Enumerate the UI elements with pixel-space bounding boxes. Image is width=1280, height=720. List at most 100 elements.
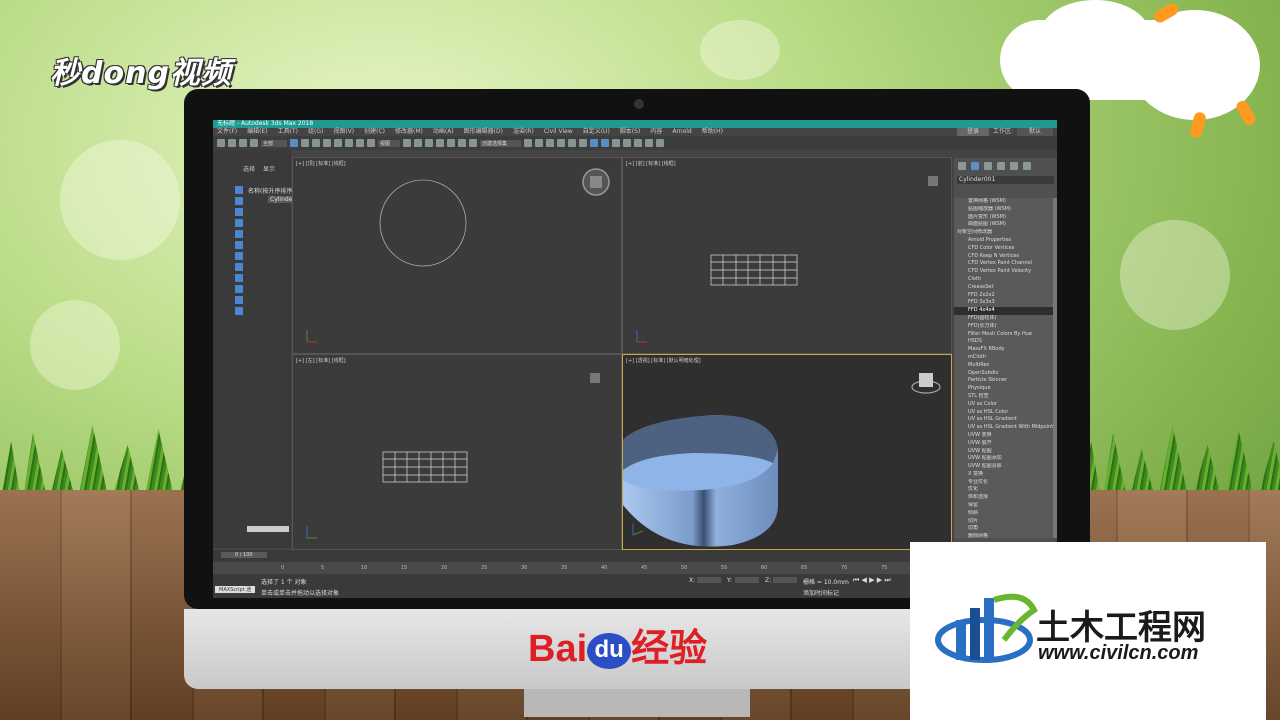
modifier-item[interactable]: 保留	[954, 502, 1053, 510]
filter-helpers-icon[interactable]	[235, 230, 243, 238]
time-slider-handle[interactable]: 0 / 100	[221, 552, 267, 558]
modifier-item[interactable]: UV as HSL Color	[954, 409, 1053, 417]
next-frame-icon[interactable]: ▶	[877, 576, 882, 584]
modifier-item[interactable]: FFD(长方体)	[954, 323, 1053, 331]
viewcube-face[interactable]	[590, 176, 602, 188]
mirror-icon[interactable]	[524, 139, 533, 147]
select-by-name-icon[interactable]	[301, 139, 310, 147]
filter-spacewarps-icon[interactable]	[235, 241, 243, 249]
motion-tab-icon[interactable]	[997, 162, 1005, 170]
modifier-item[interactable]: 删除网格	[954, 533, 1053, 538]
placement-icon[interactable]	[367, 139, 376, 147]
rotate-icon[interactable]	[345, 139, 354, 147]
filter-geometry-icon[interactable]	[235, 186, 243, 194]
undo-icon[interactable]	[217, 139, 225, 147]
menu-modifiers[interactable]: 修改器(M)	[395, 128, 423, 136]
snap-icon[interactable]	[425, 139, 434, 147]
viewcube-icon[interactable]	[928, 176, 938, 186]
name-column-header[interactable]: 名称(按升序排序)	[248, 186, 295, 195]
modifier-category[interactable]: 对象空间修改器	[954, 229, 1053, 237]
menu-help[interactable]: 帮助(H)	[702, 128, 723, 136]
modifier-item[interactable]: CFD Keep N Vertices	[954, 253, 1053, 261]
modifier-item[interactable]: 体积选择	[954, 494, 1053, 502]
curve-editor-icon[interactable]	[568, 139, 577, 147]
menu-civil-view[interactable]: Civil View	[544, 128, 573, 136]
viewport-front[interactable]: [+] [前] [标准] [线框]	[622, 157, 952, 354]
modifier-item[interactable]: mCloth	[954, 354, 1053, 362]
menu-group[interactable]: 组(G)	[308, 128, 323, 136]
previous-frame-icon[interactable]: ◀	[862, 576, 867, 584]
play-icon[interactable]: ▶	[869, 576, 874, 584]
modifier-item[interactable]: CFD Vertex Paint Channel	[954, 260, 1053, 268]
move-icon[interactable]	[334, 139, 343, 147]
modifier-item[interactable]: CreaseSet	[954, 284, 1053, 292]
menu-create[interactable]: 创建(C)	[364, 128, 385, 136]
window-crossing-icon[interactable]	[323, 139, 332, 147]
tab-display[interactable]: 显示	[263, 164, 275, 173]
modifier-item[interactable]: 曲面贴图 (WSM)	[954, 221, 1053, 229]
hierarchy-tab-icon[interactable]	[984, 162, 992, 170]
maxscript-listener[interactable]: MAXScript 迷	[215, 586, 256, 593]
modifier-item[interactable]: 贴图缩放器 (WSM)	[954, 206, 1053, 214]
login-field[interactable]: 登录	[956, 128, 989, 136]
menu-arnold[interactable]: Arnold	[672, 128, 691, 136]
modifier-item[interactable]: FFD(圆柱体)	[954, 315, 1053, 323]
modify-tab-icon[interactable]	[971, 162, 979, 170]
menu-tools[interactable]: 工具(T)	[278, 128, 298, 136]
go-to-end-icon[interactable]: ⏭	[884, 576, 890, 584]
manipulate-icon[interactable]	[414, 139, 423, 147]
rendered-frame-icon[interactable]	[612, 139, 621, 147]
modifier-item[interactable]: Particle Skinner	[954, 377, 1053, 385]
pivot-icon[interactable]	[403, 139, 412, 147]
selection-filter-dropdown[interactable]: 全部	[261, 139, 288, 147]
viewport-top[interactable]: [+] [顶] [标准] [线框]	[292, 157, 622, 354]
modifier-item[interactable]: 置换网格 (WSM)	[954, 198, 1053, 206]
angle-snap-icon[interactable]	[436, 139, 445, 147]
go-to-start-icon[interactable]: ⏮	[853, 576, 859, 584]
unlink-icon[interactable]	[250, 139, 258, 147]
create-tab-icon[interactable]	[958, 162, 966, 170]
menu-customize[interactable]: 自定义(U)	[583, 128, 610, 136]
modifier-item[interactable]: UV as HSL Gradient With Midpoint	[954, 424, 1053, 432]
modifier-item[interactable]: FFD 4x4x4	[954, 307, 1053, 315]
object-name-field[interactable]: Cylinder001	[957, 176, 1054, 184]
view-dropdown[interactable]: 视图	[378, 139, 401, 147]
filter-xrefs-icon[interactable]	[235, 263, 243, 271]
menu-views[interactable]: 视图(V)	[333, 128, 354, 136]
modifier-item[interactable]: UVW 展开	[954, 440, 1053, 448]
modifier-item[interactable]: UVW 贴图	[954, 448, 1053, 456]
tab-select[interactable]: 选择	[243, 164, 255, 173]
menu-content[interactable]: 内容	[650, 128, 662, 136]
a360-icon[interactable]	[645, 139, 654, 147]
modifier-item[interactable]: UVW 变换	[954, 432, 1053, 440]
modifier-item[interactable]: MassFX RBody	[954, 346, 1053, 354]
filter-lights-icon[interactable]	[235, 208, 243, 216]
add-time-tag[interactable]: 添加时间标记	[803, 588, 839, 597]
filter-bones-icon[interactable]	[235, 274, 243, 282]
modifier-item[interactable]: Filter Mesh Colors By Hue	[954, 331, 1053, 339]
z-coord-field[interactable]	[773, 577, 797, 583]
modifier-item[interactable]: 专业优化	[954, 479, 1053, 487]
percent-snap-icon[interactable]	[447, 139, 456, 147]
modifier-item[interactable]: UVW 贴图清除	[954, 463, 1053, 471]
redo-icon[interactable]	[228, 139, 236, 147]
modifier-item[interactable]: UV as HSL Gradient	[954, 416, 1053, 424]
named-sets-icon[interactable]	[469, 139, 478, 147]
modifier-item[interactable]: 切角	[954, 525, 1053, 533]
rect-selection-icon[interactable]	[312, 139, 321, 147]
menu-graph-editors[interactable]: 图形编辑器(D)	[464, 128, 503, 136]
material-editor-icon[interactable]	[590, 139, 599, 147]
modifier-item[interactable]: 切片	[954, 518, 1053, 526]
modifier-item[interactable]: MultiRes	[954, 362, 1053, 370]
filter-containers-icon[interactable]	[235, 285, 243, 293]
utilities-tab-icon[interactable]	[1023, 162, 1031, 170]
menu-animation[interactable]: 动画(A)	[433, 128, 454, 136]
display-tab-icon[interactable]	[1010, 162, 1018, 170]
filter-cameras-icon[interactable]	[235, 219, 243, 227]
modifier-item[interactable]: Arnold Properties	[954, 237, 1053, 245]
workspace-dropdown[interactable]: 默认	[1016, 128, 1053, 136]
spinner-snap-icon[interactable]	[458, 139, 467, 147]
modifier-item[interactable]: UV as Color	[954, 401, 1053, 409]
render-active-icon[interactable]	[634, 139, 643, 147]
filter-shapes-icon[interactable]	[235, 197, 243, 205]
